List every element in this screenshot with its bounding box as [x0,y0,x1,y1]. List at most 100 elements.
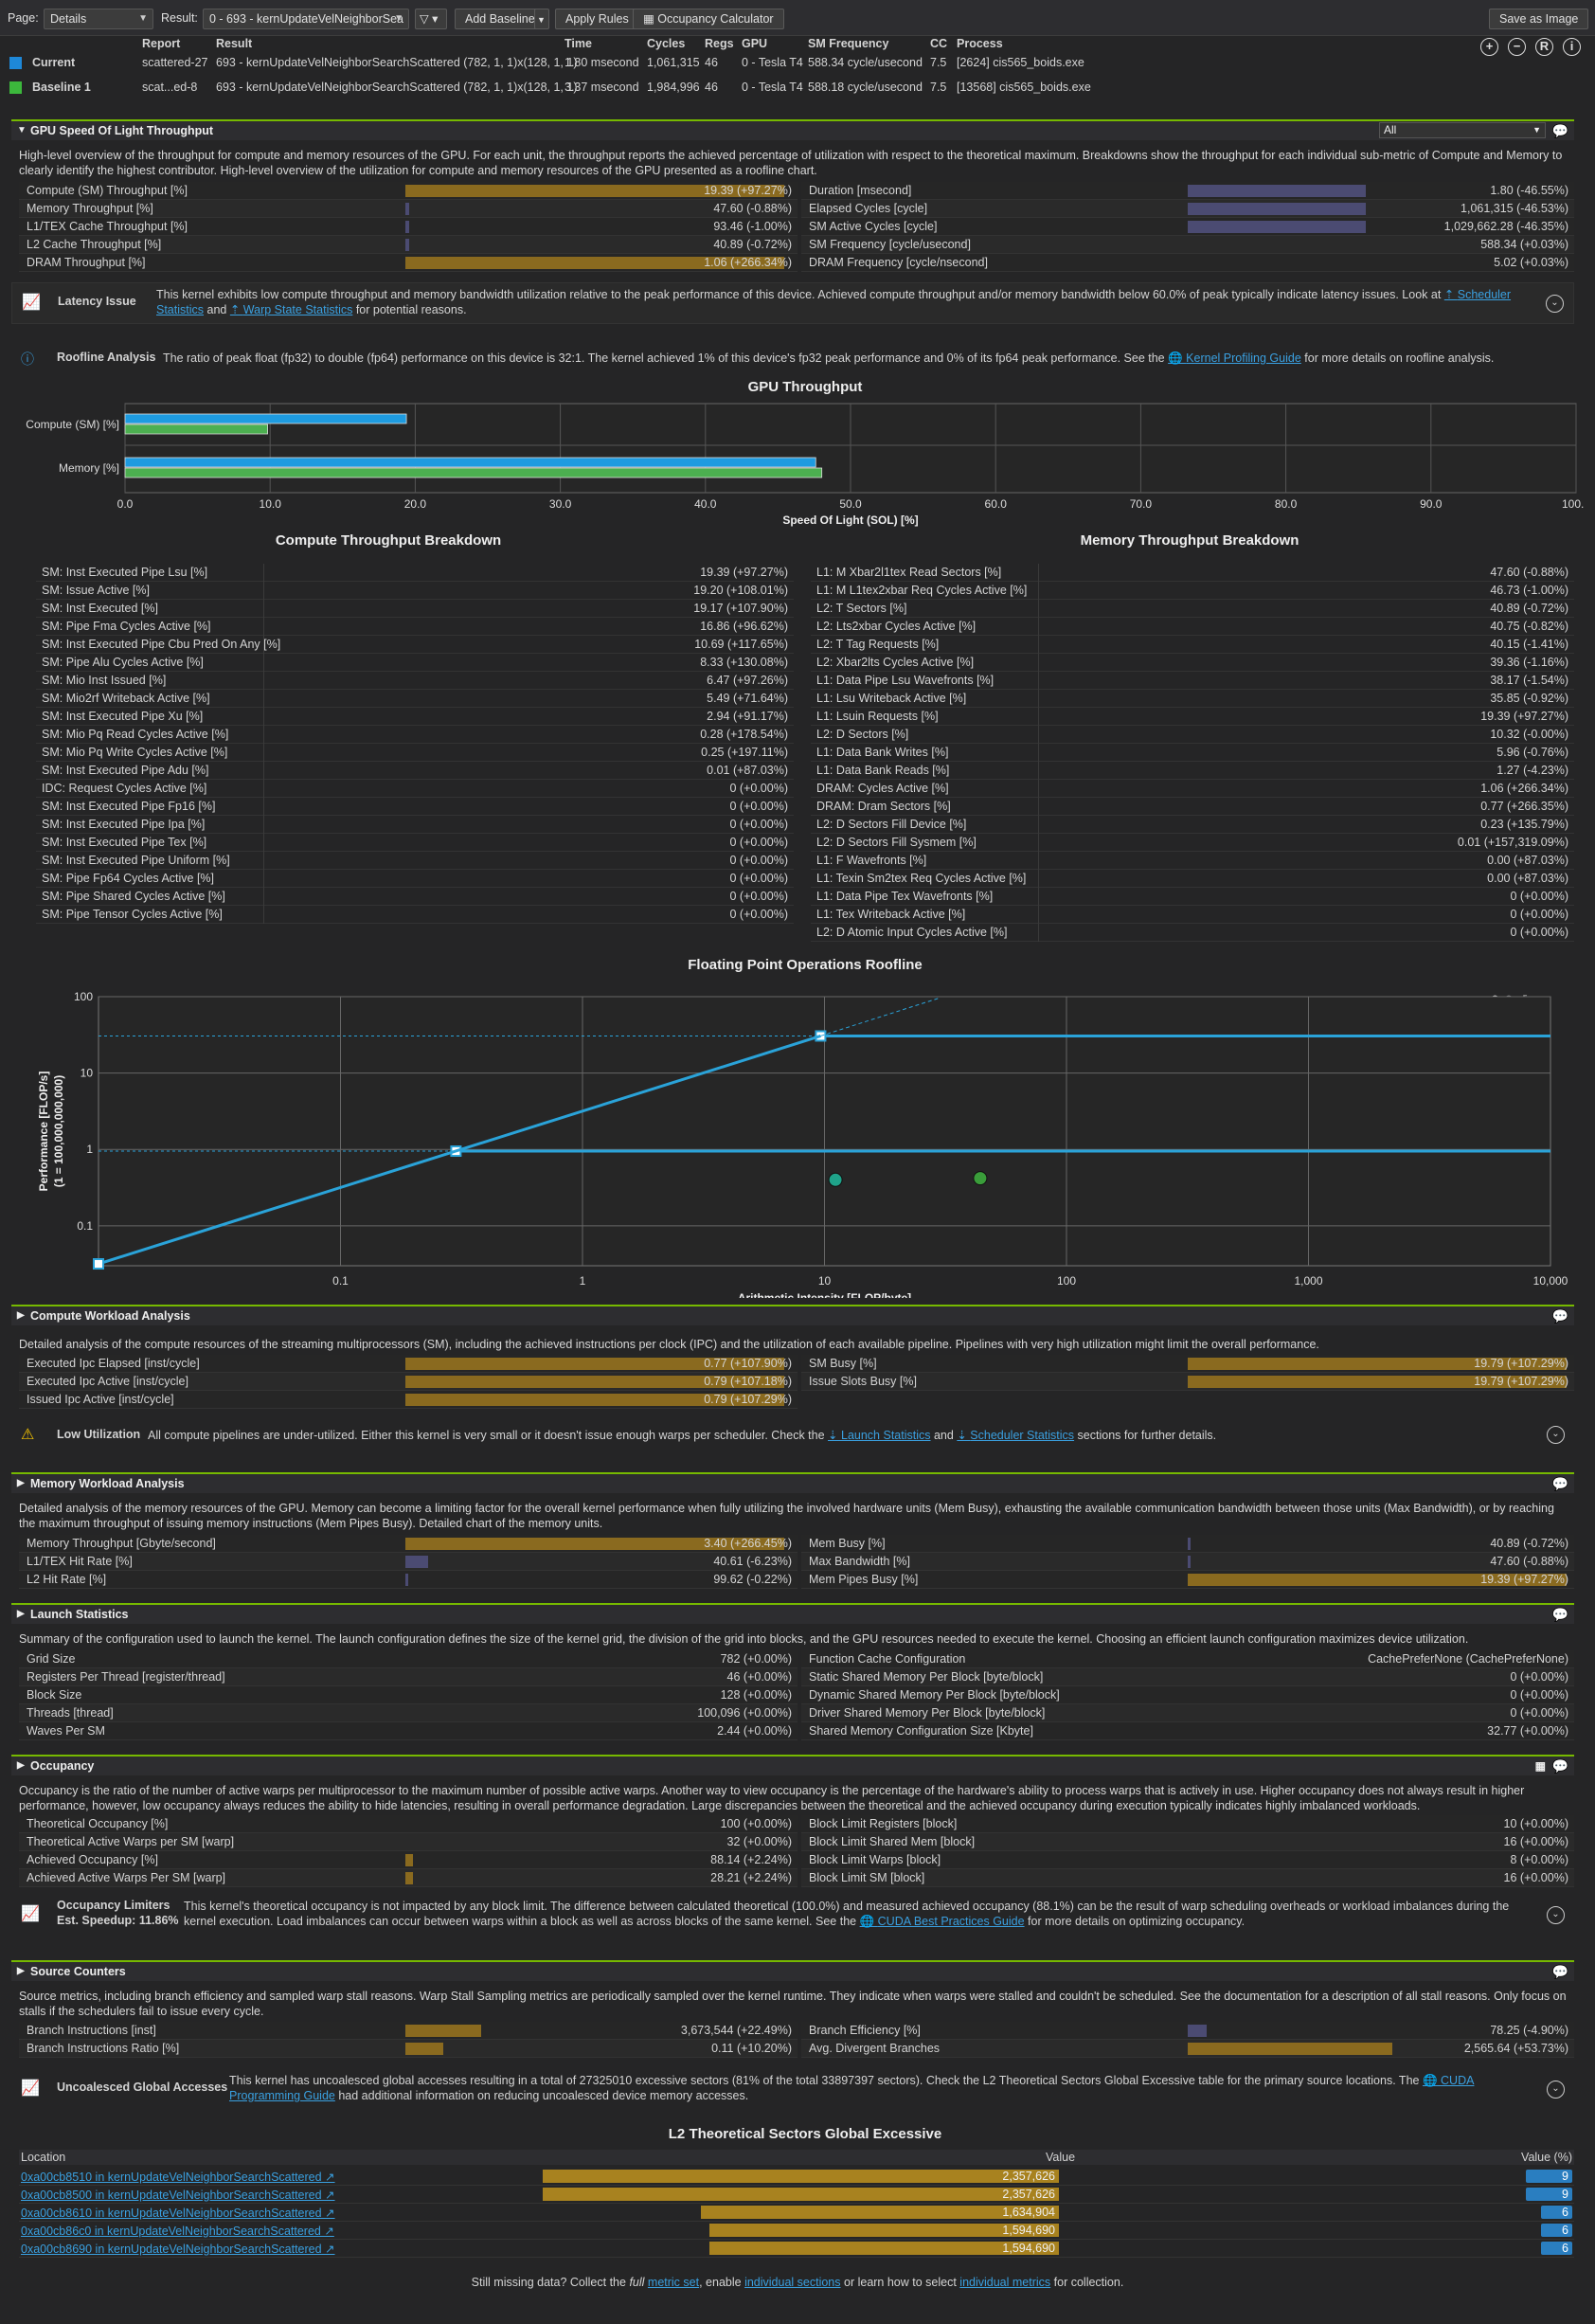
breakdown-row[interactable]: L1: Data Bank Reads [%] 1.27 (-4.23%) [811,762,1574,780]
metric-row[interactable]: Block Limit Registers [block] 10 (+0.00%) [801,1815,1574,1833]
breakdown-row[interactable]: L1: Data Bank Writes [%] 5.96 (-0.76%) [811,744,1574,762]
breakdown-row[interactable]: L2: Xbar2lts Cycles Active [%] 39.36 (-1.… [811,654,1574,672]
breakdown-row[interactable]: SM: Issue Active [%] 19.20 (+108.01%) [36,582,794,600]
section-header[interactable]: ▼ GPU Speed Of Light Throughput All ▼ 💬 [11,121,1574,140]
result-select[interactable]: 0 - 693 - kernUpdateVelNeighborSea ▼ [203,9,409,29]
add-baseline-button[interactable]: Add Baseline [455,9,546,29]
metric-row[interactable]: Block Limit Warps [block] 8 (+0.00%) [801,1851,1574,1869]
breakdown-row[interactable]: SM: Inst Executed Pipe Tex [%] 0 (+0.00%) [36,834,794,852]
breakdown-row[interactable]: SM: Inst Executed Pipe Adu [%] 0.01 (+87.… [36,762,794,780]
metric-row[interactable]: Executed Ipc Elapsed [inst/cycle] 0.77 (+… [19,1355,798,1373]
metric-row[interactable]: Issue Slots Busy [%] 19.79 (+107.29%) [801,1373,1574,1391]
breakdown-row[interactable]: L2: T Tag Requests [%] 40.15 (-1.41%) [811,636,1574,654]
metric-row[interactable]: Dynamic Shared Memory Per Block [byte/bl… [801,1686,1574,1704]
breakdown-row[interactable]: L2: T Sectors [%] 40.89 (-0.72%) [811,600,1574,618]
expand-icon[interactable]: ⌄ [1546,295,1564,313]
breakdown-row[interactable]: SM: Mio Pq Write Cycles Active [%] 0.25 (… [36,744,794,762]
breakdown-row[interactable]: DRAM: Dram Sectors [%] 0.77 (+266.35%) [811,798,1574,816]
calculator-icon[interactable]: ▦ [1535,1757,1546,1775]
metric-row[interactable]: Elapsed Cycles [cycle] 1,061,315 (-46.53%… [801,200,1574,218]
metric-row[interactable]: DRAM Throughput [%] 1.06 (+266.34%) [19,254,798,272]
metric-row[interactable]: L2 Hit Rate [%] 99.62 (-0.22%) [19,1571,798,1589]
breakdown-row[interactable]: DRAM: Cycles Active [%] 1.06 (+266.34%) [811,780,1574,798]
expand-icon[interactable]: ⌄ [1547,1906,1565,1924]
metric-row[interactable]: L1/TEX Cache Throughput [%] 93.46 (-1.00%… [19,218,798,236]
breakdown-row[interactable]: SM: Pipe Alu Cycles Active [%] 8.33 (+130… [36,654,794,672]
add-baseline-dropdown[interactable]: ▼ [534,9,549,29]
result-row-current[interactable]: Current scattered-27 693 - kernUpdateVel… [0,54,1595,73]
breakdown-row[interactable]: L2: D Sectors [%] 10.32 (-0.00%) [811,726,1574,744]
metric-row[interactable]: Grid Size 782 (+0.00%) [19,1650,798,1668]
metric-row[interactable]: Branch Instructions [inst] 3,673,544 (+22… [19,2022,798,2040]
comment-icon[interactable]: 💬 [1552,1306,1568,1325]
breakdown-row[interactable]: L2: D Sectors Fill Device [%] 0.23 (+135.… [811,816,1574,834]
apply-rules-button[interactable]: Apply Rules [555,9,639,29]
source-location-link[interactable]: 0xa00cb8500 in kernUpdateVelNeighborSear… [21,2188,335,2202]
breakdown-row[interactable]: SM: Pipe Tensor Cycles Active [%] 0 (+0.0… [36,906,794,924]
save-as-image-button[interactable]: Save as Image [1489,9,1589,29]
occupancy-calculator-button[interactable]: ▦ Occupancy Calculator [633,9,784,29]
metric-row[interactable]: Memory Throughput [%] 47.60 (-0.88%) [19,200,798,218]
scheduler-statistics-link[interactable]: ⇣ Scheduler Statistics [957,1429,1074,1442]
metric-row[interactable]: SM Frequency [cycle/usecond] 588.34 (+0.0… [801,236,1574,254]
metric-row[interactable]: Block Limit Shared Mem [block] 16 (+0.00%… [801,1833,1574,1851]
individual-sections-link[interactable]: individual sections [744,2276,840,2289]
metric-row[interactable]: Avg. Divergent Branches 2,565.64 (+53.73%… [801,2040,1574,2058]
metric-row[interactable]: Shared Memory Configuration Size [Kbyte]… [801,1722,1574,1740]
filter-button[interactable]: ▽ ▾ [415,9,447,29]
result-row-baseline[interactable]: Baseline 1 scat...ed-8 693 - kernUpdateV… [0,79,1595,98]
l2-table-row[interactable]: 0xa00cb8500 in kernUpdateVelNeighborSear… [19,2186,1574,2204]
breakdown-row[interactable]: L2: Lts2xbar Cycles Active [%] 40.75 (-0.… [811,618,1574,636]
breakdown-row[interactable]: SM: Inst Executed Pipe Ipa [%] 0 (+0.00%) [36,816,794,834]
metric-row[interactable]: Registers Per Thread [register/thread] 46… [19,1668,798,1686]
source-location-link[interactable]: 0xa00cb8510 in kernUpdateVelNeighborSear… [21,2170,335,2184]
metric-row[interactable]: DRAM Frequency [cycle/nsecond] 5.02 (+0.0… [801,254,1574,272]
breakdown-row[interactable]: L1: Texin Sm2tex Req Cycles Active [%] 0.… [811,870,1574,888]
kernel-profiling-guide-link[interactable]: 🌐 Kernel Profiling Guide [1168,351,1301,365]
breakdown-row[interactable]: SM: Mio Pq Read Cycles Active [%] 0.28 (+… [36,726,794,744]
l2-table-row[interactable]: 0xa00cb86c0 in kernUpdateVelNeighborSear… [19,2222,1574,2240]
cuda-best-practices-link[interactable]: 🌐 CUDA Best Practices Guide [860,1915,1025,1928]
breakdown-row[interactable]: L1: M Xbar2l1tex Read Sectors [%] 47.60 (… [811,564,1574,582]
metric-row[interactable]: Branch Efficiency [%] 78.25 (-4.90%) [801,2022,1574,2040]
breakdown-row[interactable]: L2: D Atomic Input Cycles Active [%] 0 (+… [811,924,1574,942]
breakdown-row[interactable]: SM: Inst Executed Pipe Cbu Pred On Any [… [36,636,794,654]
metric-row[interactable]: Mem Pipes Busy [%] 19.39 (+97.27%) [801,1571,1574,1589]
expand-icon[interactable]: ⌄ [1547,1426,1565,1444]
breakdown-row[interactable]: SM: Mio2rf Writeback Active [%] 5.49 (+71… [36,690,794,708]
breakdown-row[interactable]: IDC: Request Cycles Active [%] 0 (+0.00%) [36,780,794,798]
metric-row[interactable]: L2 Cache Throughput [%] 40.89 (-0.72%) [19,236,798,254]
breakdown-row[interactable]: SM: Inst Executed Pipe Xu [%] 2.94 (+91.1… [36,708,794,726]
breakdown-row[interactable]: L1: Lsuin Requests [%] 19.39 (+97.27%) [811,708,1574,726]
breakdown-row[interactable]: SM: Inst Executed Pipe Uniform [%] 0 (+0.… [36,852,794,870]
individual-metrics-link[interactable]: individual metrics [959,2276,1050,2289]
metric-row[interactable]: Memory Throughput [Gbyte/second] 3.40 (+2… [19,1535,798,1553]
metric-set-link[interactable]: metric set [648,2276,699,2289]
metric-row[interactable]: Achieved Active Warps Per SM [warp] 28.21… [19,1869,798,1887]
metric-row[interactable]: SM Busy [%] 19.79 (+107.29%) [801,1355,1574,1373]
source-location-link[interactable]: 0xa00cb86c0 in kernUpdateVelNeighborSear… [21,2224,334,2238]
page-select[interactable]: Details ▼ [44,9,153,29]
metric-row[interactable]: Compute (SM) Throughput [%] 19.39 (+97.27… [19,182,798,200]
breakdown-row[interactable]: L1: M L1tex2xbar Req Cycles Active [%] 46… [811,582,1574,600]
source-location-link[interactable]: 0xa00cb8690 in kernUpdateVelNeighborSear… [21,2242,335,2256]
metric-row[interactable]: SM Active Cycles [cycle] 1,029,662.28 (-4… [801,218,1574,236]
launch-statistics-link[interactable]: ⇣ Launch Statistics [828,1429,930,1442]
metric-row[interactable]: Block Limit SM [block] 16 (+0.00%) [801,1869,1574,1887]
metric-row[interactable]: Duration [msecond] 1.80 (-46.55%) [801,182,1574,200]
section-header[interactable]: ▶ Source Counters 💬 [11,1962,1574,1981]
metric-row[interactable]: Block Size 128 (+0.00%) [19,1686,798,1704]
breakdown-row[interactable]: SM: Pipe Fp64 Cycles Active [%] 0 (+0.00%… [36,870,794,888]
metric-row[interactable]: Mem Busy [%] 40.89 (-0.72%) [801,1535,1574,1553]
comment-icon[interactable]: 💬 [1552,121,1568,140]
metric-row[interactable]: Threads [thread] 100,096 (+0.00%) [19,1704,798,1722]
metric-row[interactable]: Issued Ipc Active [inst/cycle] 0.79 (+107… [19,1391,798,1409]
metric-row[interactable]: Branch Instructions Ratio [%] 0.11 (+10.2… [19,2040,798,2058]
metric-row[interactable]: Theoretical Occupancy [%] 100 (+0.00%) [19,1815,798,1833]
metric-row[interactable]: Achieved Occupancy [%] 88.14 (+2.24%) [19,1851,798,1869]
comment-icon[interactable]: 💬 [1552,1474,1568,1493]
metric-row[interactable]: Waves Per SM 2.44 (+0.00%) [19,1722,798,1740]
breakdown-row[interactable]: L1: Lsu Writeback Active [%] 35.85 (-0.92… [811,690,1574,708]
metric-row[interactable]: Executed Ipc Active [inst/cycle] 0.79 (+1… [19,1373,798,1391]
warp-state-statistics-link[interactable]: ⇡ Warp State Statistics [230,303,353,316]
